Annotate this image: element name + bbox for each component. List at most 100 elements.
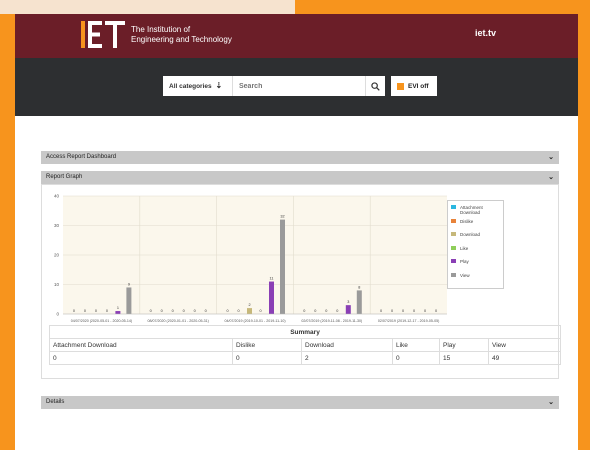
evi-label: EVI off [408, 82, 429, 90]
x-tick-label: 04/07/2020 (2020-05-01 - 2020-05-14) [71, 319, 132, 323]
data-label: 2 [248, 303, 250, 307]
category-dropdown[interactable]: All categories ⇣ [163, 76, 233, 96]
search-button[interactable] [365, 76, 385, 96]
legend-swatch [451, 232, 456, 236]
data-label: 0 [172, 309, 174, 313]
data-label: 11 [270, 277, 274, 281]
evi-toggle[interactable]: EVI off [391, 76, 437, 96]
legend-label: Like [460, 245, 469, 251]
search-box: All categories ⇣ [163, 76, 385, 96]
search-bar: All categories ⇣ EVI off [15, 58, 578, 116]
data-label: 0 [435, 309, 437, 313]
legend-label: Download [460, 232, 481, 237]
summary-value: 15 [439, 351, 489, 365]
summary-header: Play [439, 338, 489, 352]
legend-label: View [460, 272, 470, 278]
data-label: 0 [161, 309, 163, 313]
iet-logo-icon[interactable] [81, 21, 125, 48]
y-tick-label: 20 [54, 253, 60, 258]
legend-swatch [451, 272, 456, 277]
summary-value: 0 [392, 351, 440, 365]
legend-item[interactable]: Dislike [451, 218, 500, 224]
data-label: 0 [259, 309, 261, 313]
summary-header: Attachment Download [49, 338, 233, 352]
data-label: 0 [402, 309, 404, 313]
bar [115, 311, 121, 314]
y-tick-label: 40 [54, 194, 60, 199]
x-tick-label: 02/07/2019 (2019-12-17 - 2019-05-05) [378, 319, 439, 323]
summary-value: 49 [488, 351, 561, 365]
legend-swatch [451, 259, 456, 263]
chevron-down-icon: ⌄ [548, 399, 554, 406]
report-chart: 0102030400 0 0 01904/07/2020 (2020-05-01 - … [54, 194, 447, 323]
chevron-down-icon: ⌄ [548, 174, 554, 181]
panel-header-details[interactable]: Details ⌄ [41, 396, 559, 409]
data-label: 0 [194, 309, 196, 313]
chevron-down-icon: ⇣ [215, 81, 223, 90]
y-tick-label: 0 [56, 312, 59, 317]
search-input[interactable] [235, 76, 361, 96]
legend-item[interactable]: Play [451, 259, 500, 264]
legend-swatch [451, 245, 456, 250]
summary-value: 0 [49, 351, 233, 365]
x-tick-label: 04/07/2019 (2019-10-01 - 2019-11-10) [224, 319, 285, 323]
bar [280, 219, 285, 314]
data-label: 0 [391, 309, 393, 313]
logo-text[interactable]: The Institution of Engineering and Techn… [131, 25, 271, 45]
data-label: 0 [106, 309, 108, 313]
search-icon [371, 81, 380, 91]
bar [269, 281, 274, 314]
logo-line-2: Engineering and Technology [131, 35, 232, 44]
data-label: 0 [380, 309, 382, 313]
data-label: 8 [358, 285, 360, 289]
legend-item[interactable]: View [451, 272, 500, 278]
data-label: 0 [226, 309, 228, 313]
evi-checkbox[interactable] [397, 82, 404, 90]
legend-item[interactable]: Download [451, 232, 500, 237]
data-label: 32 [280, 215, 284, 219]
page-background-left [0, 0, 295, 14]
data-label: 0 [205, 309, 207, 313]
data-label: 0 [237, 309, 239, 313]
site-link[interactable]: iet.tv [475, 28, 496, 38]
data-label: 0 [424, 309, 426, 313]
legend-label: Play [460, 259, 469, 264]
data-label: 9 [128, 282, 130, 286]
legend-label: Dislike [460, 218, 474, 224]
data-label: 0 [73, 309, 75, 313]
legend-item[interactable]: Like [451, 245, 500, 251]
panel-title-dashboard: Access Report Dashboard [46, 154, 117, 160]
chart-legend: Attachment Download Dislike Download Like Pl… [447, 200, 504, 289]
logo-line-1: The Institution of [131, 25, 191, 34]
chevron-down-icon: ⌄ [548, 154, 554, 161]
summary-header: Like [392, 338, 440, 352]
x-tick-label: 02/07/2019 (2019-11-08 - 2019-11-30) [301, 319, 362, 323]
data-label: 0 [413, 309, 415, 313]
panel-title-details: Details [46, 399, 65, 405]
category-label: All categories [169, 83, 212, 90]
header-bar: The Institution of Engineering and Techn… [15, 14, 578, 58]
data-label: 0 [303, 309, 305, 313]
bar [247, 308, 252, 314]
data-label: 1 [117, 306, 119, 310]
x-tick-label: 08/07/2020 (2020-01-01 - 2020-05-31) [148, 319, 209, 323]
panel-title-graph: Report Graph [46, 174, 83, 180]
data-label: 3 [347, 300, 349, 304]
panel-header-dashboard[interactable]: Access Report Dashboard ⌄ [41, 151, 559, 164]
data-label: 0 [183, 309, 185, 313]
legend-swatch [451, 218, 456, 223]
summary-title: Summary [49, 325, 561, 339]
y-tick-label: 30 [54, 223, 60, 228]
data-label: 0 [150, 309, 152, 313]
panel-header-graph[interactable]: Report Graph ⌄ [41, 171, 559, 184]
bar [356, 290, 362, 314]
bar [345, 305, 351, 314]
legend-label: Attachment Download [460, 205, 483, 215]
summary-table: Summary Attachment Download Dislike Down… [49, 325, 561, 365]
summary-header: Dislike [232, 338, 302, 352]
data-label: 0 [336, 309, 338, 313]
legend-swatch [451, 205, 456, 209]
summary-header: View [488, 338, 561, 352]
legend-item[interactable]: Attachment Download [451, 205, 500, 215]
bar [126, 287, 132, 314]
